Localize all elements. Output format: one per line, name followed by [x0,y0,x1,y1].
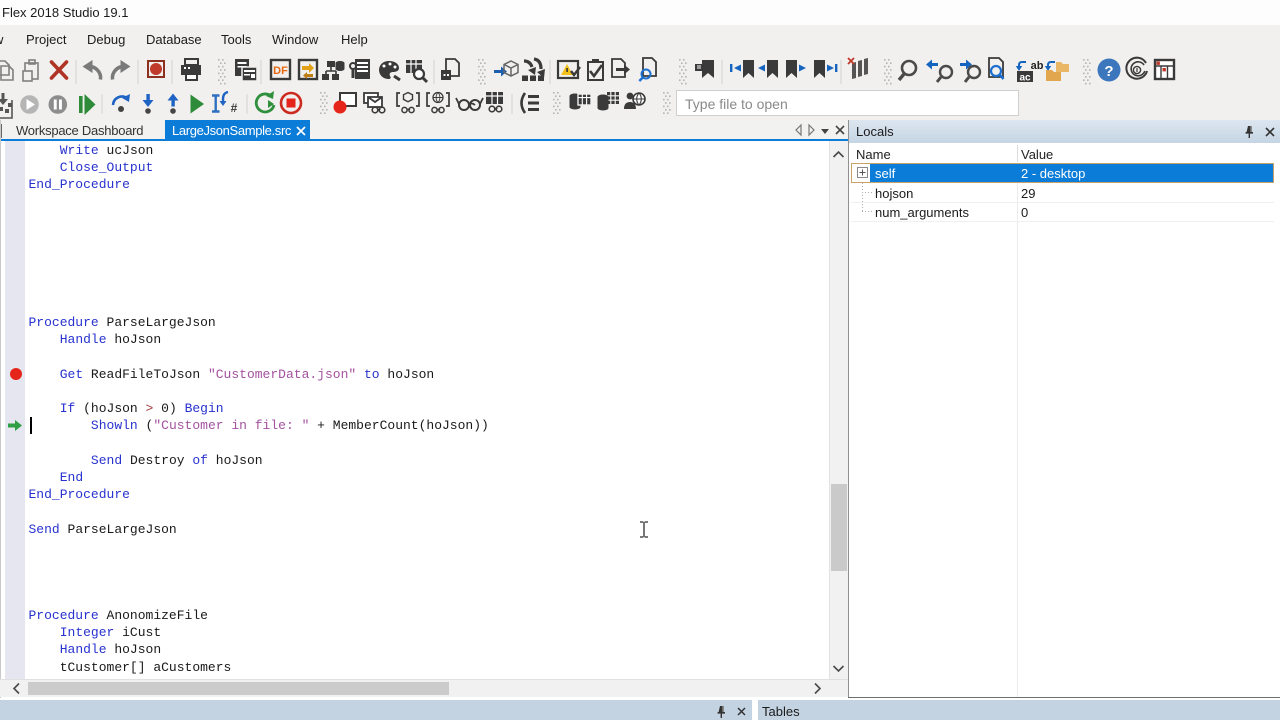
svg-text:ab: ab [1031,60,1044,72]
svg-text:#: # [231,101,238,115]
svg-text:ac: ac [1019,73,1031,84]
svg-text:DF: DF [273,65,288,77]
svg-text:?: ? [1104,63,1113,80]
